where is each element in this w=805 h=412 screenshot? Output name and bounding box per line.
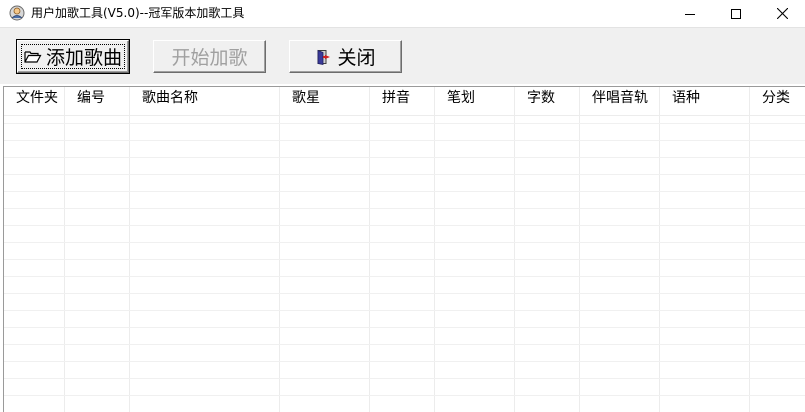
empty-row-line bbox=[4, 208, 805, 209]
empty-row-line bbox=[4, 174, 805, 175]
exit-door-icon bbox=[317, 49, 331, 65]
close-icon bbox=[776, 8, 788, 19]
column-divider bbox=[434, 87, 435, 412]
column-divider bbox=[279, 87, 280, 412]
column-header-singer[interactable]: 歌星 bbox=[280, 87, 370, 115]
column-header-category[interactable]: 分类 bbox=[750, 87, 805, 115]
column-header-strokes[interactable]: 笔划 bbox=[435, 87, 515, 115]
start-add-button[interactable]: 开始加歌 bbox=[153, 40, 266, 73]
minimize-button[interactable] bbox=[667, 0, 713, 27]
empty-row-line bbox=[4, 395, 805, 396]
empty-row-line bbox=[4, 293, 805, 294]
empty-row-line bbox=[4, 378, 805, 379]
maximize-button[interactable] bbox=[713, 0, 759, 27]
column-header-accompany-track[interactable]: 伴唱音轨 bbox=[580, 87, 660, 115]
column-divider bbox=[659, 87, 660, 412]
maximize-icon bbox=[731, 8, 741, 19]
column-header-number[interactable]: 编号 bbox=[65, 87, 130, 115]
toolbar: 添加歌曲 开始加歌 关闭 bbox=[0, 27, 805, 84]
column-divider bbox=[749, 87, 750, 412]
empty-row-line bbox=[4, 157, 805, 158]
close-label: 关闭 bbox=[337, 47, 376, 69]
empty-row-line bbox=[4, 361, 805, 362]
empty-row-line bbox=[4, 123, 805, 124]
empty-row-line bbox=[4, 225, 805, 226]
title-bar: 用户加歌工具(V5.0)--冠军版本加歌工具 bbox=[0, 0, 805, 27]
column-divider bbox=[514, 87, 515, 412]
column-divider bbox=[369, 87, 370, 412]
grid-header: 文件夹 编号 歌曲名称 歌星 拼音 笔划 字数 伴唱音轨 语种 分类 bbox=[4, 87, 805, 116]
empty-row-line bbox=[4, 242, 805, 243]
column-header-folder[interactable]: 文件夹 bbox=[4, 87, 64, 115]
column-header-pinyin[interactable]: 拼音 bbox=[370, 87, 435, 115]
close-button[interactable]: 关闭 bbox=[289, 40, 402, 73]
column-divider bbox=[64, 87, 65, 412]
empty-row-line bbox=[4, 344, 805, 345]
empty-row-line bbox=[4, 259, 805, 260]
column-divider bbox=[129, 87, 130, 412]
empty-row-line bbox=[4, 276, 805, 277]
song-list-grid[interactable]: 文件夹 编号 歌曲名称 歌星 拼音 笔划 字数 伴唱音轨 语种 分类 bbox=[3, 86, 805, 412]
column-header-song-name[interactable]: 歌曲名称 bbox=[130, 87, 280, 115]
add-song-button[interactable]: 添加歌曲 bbox=[16, 39, 130, 74]
empty-row-line bbox=[4, 310, 805, 311]
column-header-language[interactable]: 语种 bbox=[660, 87, 750, 115]
minimize-icon bbox=[685, 13, 695, 15]
empty-row-line bbox=[4, 140, 805, 141]
start-add-label: 开始加歌 bbox=[171, 47, 248, 69]
column-header-char-count[interactable]: 字数 bbox=[515, 87, 580, 115]
column-divider bbox=[579, 87, 580, 412]
app-icon bbox=[9, 5, 25, 21]
window-title: 用户加歌工具(V5.0)--冠军版本加歌工具 bbox=[31, 6, 245, 20]
close-window-button[interactable] bbox=[759, 0, 805, 27]
empty-row-line bbox=[4, 327, 805, 328]
empty-row-line bbox=[4, 191, 805, 192]
focus-rect bbox=[21, 44, 125, 69]
